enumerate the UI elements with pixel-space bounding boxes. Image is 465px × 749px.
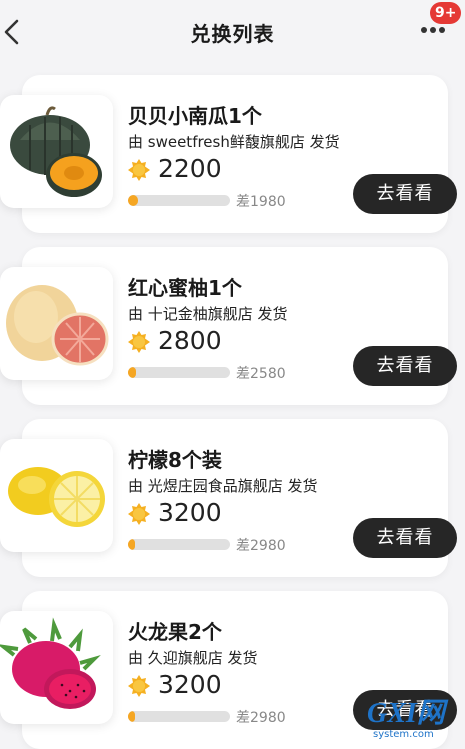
notification-badge: 9+: [430, 2, 462, 24]
more-dots-icon[interactable]: [420, 24, 446, 36]
pomelo-image: [0, 267, 113, 380]
site-watermark-logo: GXI网 system.com: [367, 698, 449, 740]
item-name: 柠檬8个装: [128, 448, 222, 472]
svg-text:GXI网: GXI网: [367, 698, 449, 729]
item-price: 2800: [158, 326, 222, 355]
points-difference: 差2980: [236, 710, 286, 726]
go-see-button[interactable]: 去看看: [353, 346, 457, 386]
item-price: 3200: [158, 670, 222, 699]
points-difference: 差2580: [236, 366, 286, 382]
lemon-image: [0, 439, 113, 552]
points-difference: 差1980: [236, 194, 286, 210]
item-name: 火龙果2个: [128, 620, 222, 644]
progress-bar: [128, 539, 230, 550]
item-price: 3200: [158, 498, 222, 527]
svg-text:system.com: system.com: [373, 729, 434, 740]
item-price: 2200: [158, 154, 222, 183]
go-see-button[interactable]: 去看看: [353, 518, 457, 558]
progress-bar: [128, 711, 230, 722]
progress-bar: [128, 195, 230, 206]
points-difference: 差2980: [236, 538, 286, 554]
coin-icon: [128, 675, 150, 697]
coin-icon: [128, 331, 150, 353]
go-see-button[interactable]: 去看看: [353, 174, 457, 214]
progress-bar: [128, 367, 230, 378]
item-seller: 由 光煜庄园食品旗舰店 发货: [128, 477, 318, 495]
pumpkin-image: [0, 95, 113, 208]
item-seller: 由 十记金柚旗舰店 发货: [128, 305, 288, 323]
item-name: 贝贝小南瓜1个: [128, 104, 262, 128]
dragon-fruit-image: [0, 611, 113, 724]
top-nav-bar: 兑换列表 9+: [0, 0, 465, 64]
item-seller: 由 sweetfresh鲜馥旗舰店 发货: [128, 133, 340, 151]
coin-icon: [128, 159, 150, 181]
item-seller: 由 久迎旗舰店 发货: [128, 649, 258, 667]
page-title: 兑换列表: [190, 22, 275, 46]
item-name: 红心蜜柚1个: [128, 276, 242, 300]
coin-icon: [128, 503, 150, 525]
